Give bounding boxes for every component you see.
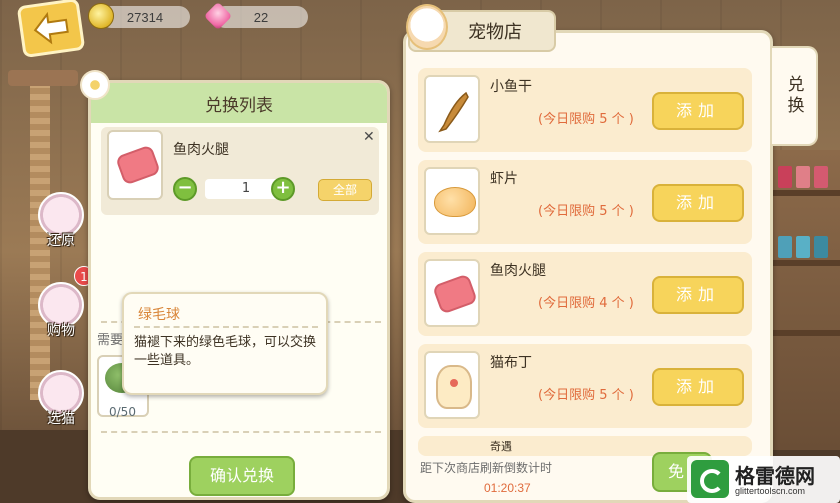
shop-item-name: 奇遇 — [490, 440, 512, 453]
restore-label: 还原 — [47, 233, 75, 249]
shop-item-limit: (今日限购 5 个 ) — [538, 112, 634, 127]
confirm-exchange-button[interactable]: 确认兑换 — [189, 456, 295, 496]
dried-fish-icon — [438, 91, 469, 133]
gem-counter: 22 — [203, 1, 308, 31]
shop-item-name: 小鱼干 — [490, 79, 532, 95]
shop-item: 小鱼干 (今日限购 5 个 ) 添加 — [418, 68, 752, 152]
lucky-cat-icon — [406, 4, 448, 50]
add-button[interactable]: 添加 — [652, 92, 744, 130]
shop-item: 猫布丁 (今日限购 5 个 ) 添加 — [418, 344, 752, 428]
shop-item-thumb — [424, 259, 480, 327]
shopping-label: 购物 — [47, 323, 75, 339]
coin-counter: 27314 — [88, 3, 190, 29]
decrease-button[interactable]: − — [173, 177, 197, 201]
shop-item-thumb — [424, 75, 480, 143]
background-shelf — [770, 150, 840, 450]
shop-item-name: 虾片 — [490, 171, 518, 187]
shop-item-name: 猫布丁 — [490, 355, 532, 371]
refresh-label: 距下次商店刷新倒数计时 — [420, 461, 553, 475]
shop-item-name: 鱼肉火腿 — [490, 263, 546, 279]
tooltip-description: 猫褪下来的绿色毛球，可以交换一些道具。 — [134, 335, 317, 368]
shop-item: 鱼肉火腿 (今日限购 4 个 ) 添加 — [418, 252, 752, 336]
need-label: 需要 — [97, 333, 124, 348]
tooltip-divider — [134, 326, 318, 328]
shop-item-thumb — [424, 167, 480, 235]
back-button[interactable] — [16, 0, 86, 59]
cat-tree-platform — [8, 70, 78, 86]
exchange-item-thumb — [107, 130, 163, 200]
watermark-url: glittertoolscn.com — [735, 486, 806, 496]
tooltip-title: 绿毛球 — [138, 307, 180, 323]
shop-title-text: 宠物店 — [468, 22, 522, 43]
all-button[interactable]: 全部 — [318, 179, 372, 201]
select-cat-label: 选猫 — [47, 411, 75, 427]
back-arrow-icon — [33, 11, 69, 45]
tab-exchange[interactable]: 兑换 — [772, 46, 818, 146]
shop-item: 虾片 (今日限购 5 个 ) 添加 — [418, 160, 752, 244]
cat-pudding-icon — [436, 365, 472, 409]
shop-item-limit: (今日限购 4 个 ) — [538, 296, 634, 311]
add-button[interactable]: 添加 — [652, 184, 744, 222]
coin-icon — [88, 3, 114, 29]
flower-icon — [80, 70, 110, 100]
fish-ham-icon — [432, 273, 478, 315]
site-logo-icon — [691, 460, 729, 498]
increase-button[interactable]: + — [271, 177, 295, 201]
remove-item-icon[interactable]: ✕ — [363, 129, 375, 145]
item-tooltip: 绿毛球 猫褪下来的绿色毛球，可以交换一些道具。 — [122, 292, 328, 395]
shop-item-thumb — [424, 351, 480, 419]
required-count: 0/50 — [109, 405, 136, 419]
shop-item-limit: (今日限购 5 个 ) — [538, 388, 634, 403]
exchange-list-title: 兑换列表 — [91, 83, 387, 123]
shrimp-chip-icon — [434, 187, 476, 217]
add-button[interactable]: 添加 — [652, 276, 744, 314]
exchange-list-panel: 兑换列表 鱼肉火腿 ✕ − 1 + 全部 需要 0/50 确认兑换 — [88, 80, 390, 500]
divider — [101, 431, 381, 433]
exchange-item-row: 鱼肉火腿 ✕ − 1 + 全部 — [101, 127, 379, 215]
exchange-item-name: 鱼肉火腿 — [173, 142, 229, 158]
shop-item-limit: (今日限购 5 个 ) — [538, 204, 634, 219]
fish-ham-icon — [115, 144, 161, 186]
watermark-title: 格雷德网 — [735, 464, 815, 488]
add-button[interactable]: 添加 — [652, 368, 744, 406]
site-watermark: 格雷德网 glittertoolscn.com — [687, 456, 840, 503]
refresh-timer: 01:20:37 — [484, 481, 531, 495]
